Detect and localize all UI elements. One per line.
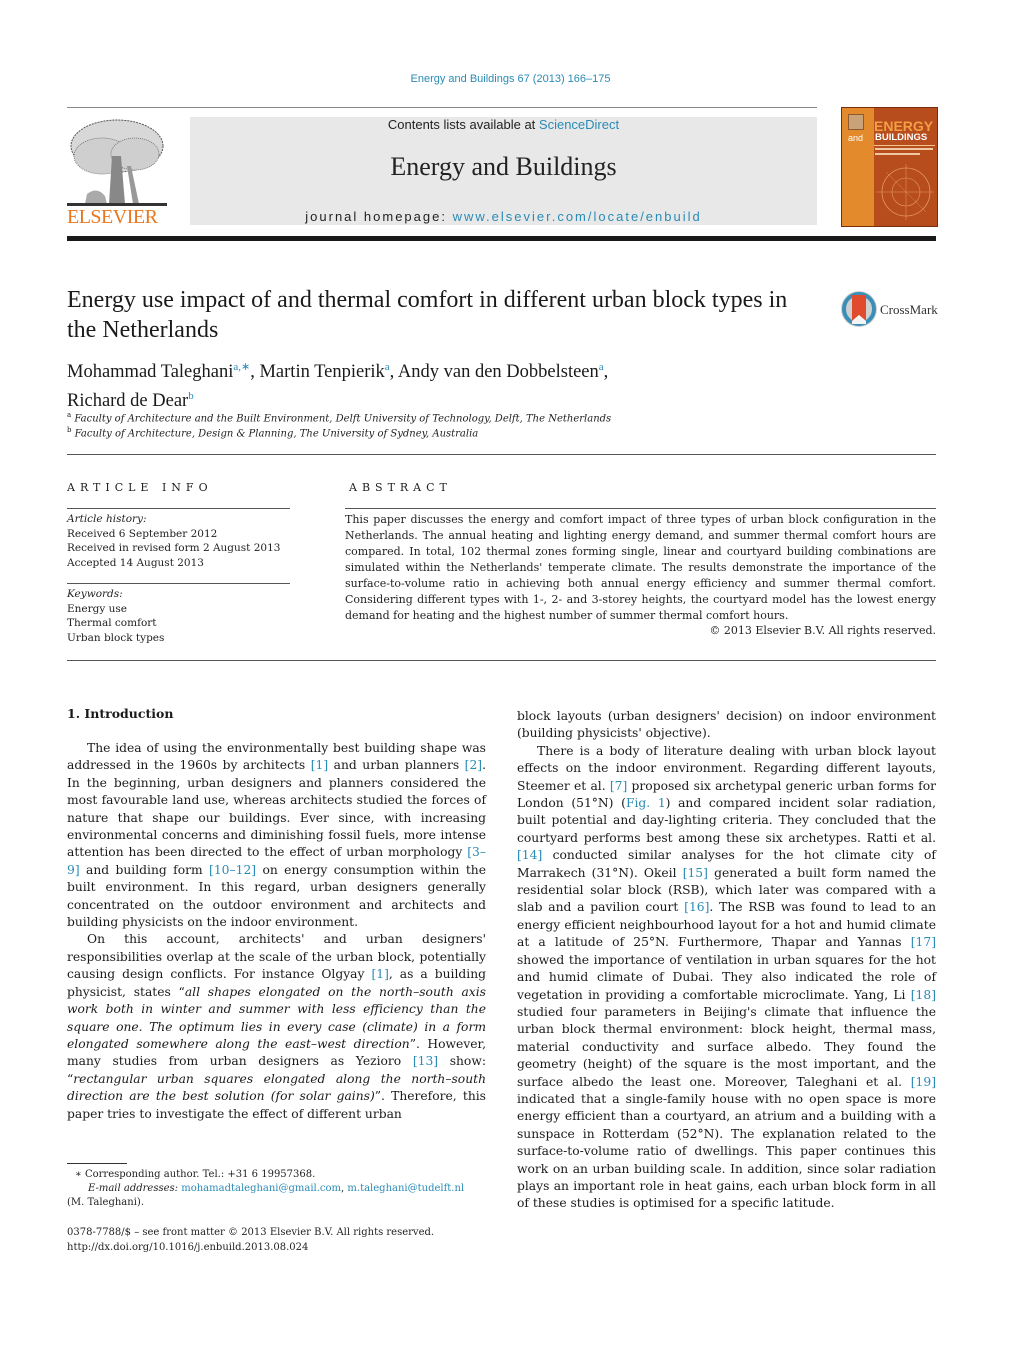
cover-rule: [874, 145, 935, 146]
body-column-left: The idea of using the environmentally be…: [67, 740, 486, 1123]
text-run: and urban planners: [328, 758, 465, 773]
keyword-item: Urban block types: [67, 631, 165, 644]
affiliation-a: a Faculty of Architecture and the Built …: [67, 411, 611, 424]
reference-link[interactable]: [1]: [371, 967, 388, 981]
homepage-line: journal homepage: www.elsevier.com/locat…: [190, 209, 817, 224]
author-name[interactable]: Martin Tenpierik: [259, 362, 384, 382]
affiliation-mark: b: [67, 426, 72, 434]
text-run: showed the importance of ventilation in …: [517, 952, 936, 1002]
journal-name: Energy and Buildings: [390, 152, 617, 181]
keyword-item: Thermal comfort: [67, 617, 157, 629]
paragraph: On this account, architects' and urban d…: [67, 931, 486, 1122]
reference-link[interactable]: [7]: [610, 779, 627, 793]
author-name[interactable]: Richard de Dear: [67, 391, 188, 411]
reference-link[interactable]: [13]: [413, 1054, 438, 1068]
author-affiliation-mark[interactable]: a,∗: [233, 361, 250, 373]
footnote-rule: [67, 1163, 127, 1164]
doi-link[interactable]: http://dx.doi.org/10.1016/j.enbuild.2013…: [67, 1241, 497, 1255]
article-history: Article history: Received 6 September 20…: [67, 512, 290, 570]
section-rule: [67, 454, 936, 455]
abstract-text: This paper discusses the energy and comf…: [345, 513, 936, 622]
history-label: Article history:: [67, 513, 147, 525]
reference-link[interactable]: [1]: [311, 758, 328, 772]
email-owner: (M. Taleghani).: [67, 1197, 144, 1208]
contents-prefix: Contents lists available at: [387, 117, 539, 132]
elsevier-logo[interactable]: ELSEVIER: [67, 116, 167, 228]
top-rule: [67, 107, 817, 108]
reference-link[interactable]: [17]: [911, 935, 936, 949]
author-affiliation-mark[interactable]: a: [599, 361, 604, 373]
keywords-block: Keywords: Energy use Thermal comfort Urb…: [67, 587, 290, 645]
section-title-introduction: 1. Introduction: [67, 706, 174, 721]
crossmark-label: CrossMark: [880, 302, 938, 317]
journal-cover-image[interactable]: ENERGY and BUILDINGS: [841, 107, 938, 227]
author-name[interactable]: Mohammad Taleghani: [67, 362, 233, 382]
section-rule: [67, 660, 936, 661]
reference-link[interactable]: [2]: [465, 758, 482, 772]
header-thick-rule: [67, 236, 936, 241]
contents-line: Contents lists available at ScienceDirec…: [190, 117, 817, 132]
author-list: Mohammad Taleghania,∗, Martin Tenpierika…: [67, 361, 609, 412]
homepage-prefix: journal homepage:: [305, 209, 453, 224]
email-link[interactable]: m.taleghani@tudelft.nl: [347, 1183, 464, 1194]
reference-link[interactable]: [19]: [911, 1075, 936, 1089]
abstract-rule: [345, 508, 936, 509]
reference-link[interactable]: [16]: [684, 900, 709, 914]
sciencedirect-link[interactable]: ScienceDirect: [539, 117, 619, 132]
article-title: Energy use impact of and thermal comfort…: [67, 287, 788, 343]
affiliation-text: Faculty of Architecture and the Built En…: [74, 413, 612, 425]
elsevier-wordmark: ELSEVIER: [67, 206, 158, 228]
homepage-link[interactable]: www.elsevier.com/locate/enbuild: [453, 209, 702, 224]
cover-title-and: and: [848, 133, 864, 143]
reference-link[interactable]: [10–12]: [209, 863, 256, 877]
paragraph: block layouts (urban designers' decision…: [517, 709, 936, 741]
author-name[interactable]: Andy van den Dobbelsteen: [398, 362, 599, 382]
affiliation-mark: a: [67, 411, 72, 419]
affiliation-text: Faculty of Architecture, Design & Planni…: [74, 428, 479, 440]
email-link[interactable]: mohamadtaleghani@gmail.com: [181, 1183, 341, 1194]
cover-emblem: [848, 114, 864, 130]
affiliation-b: b Faculty of Architecture, Design & Plan…: [67, 426, 478, 439]
history-revised: Received in revised form 2 August 2013: [67, 542, 281, 554]
text-run: studied four parameters in Beijing's cli…: [517, 1004, 936, 1089]
email-label: E-mail addresses:: [88, 1183, 179, 1194]
reference-link[interactable]: [18]: [911, 988, 936, 1002]
history-accepted: Accepted 14 August 2013: [67, 556, 204, 569]
issn-line: 0378-7788/$ – see front matter © 2013 El…: [67, 1227, 435, 1238]
reference-link[interactable]: [15]: [683, 866, 708, 880]
article-info-heading: ARTICLE INFO: [67, 481, 213, 494]
email-line: E-mail addresses: mohamadtaleghani@gmail…: [88, 1183, 465, 1194]
keyword-item: Energy use: [67, 602, 128, 615]
journal-citation-link[interactable]: Energy and Buildings 67 (2013) 166–175: [0, 73, 1021, 85]
keywords-rule: [67, 583, 290, 584]
history-received: Received 6 September 2012: [67, 527, 218, 540]
text-run: indicated that a single-family house wit…: [517, 1091, 936, 1211]
author-affiliation-mark[interactable]: b: [188, 390, 194, 402]
cover-title-buildings: BUILDINGS: [875, 132, 928, 143]
cover-subtitle-line: [875, 153, 920, 155]
crossmark-button[interactable]: CrossMark: [840, 289, 940, 329]
text-run: . In the beginning, urban designers and …: [67, 758, 486, 860]
keywords-label: Keywords:: [67, 588, 123, 600]
body-column-right: block layouts (urban designers' decision…: [517, 708, 936, 1213]
paragraph: The idea of using the environmentally be…: [67, 740, 486, 931]
crossmark-icon: [841, 291, 877, 327]
abstract-copyright: © 2013 Elsevier B.V. All rights reserved…: [709, 624, 936, 637]
article-info-rule: [67, 508, 290, 509]
cover-diagram-icon: [876, 164, 934, 220]
cover-subtitle-line: [875, 148, 933, 150]
abstract-heading: ABSTRACT: [349, 481, 452, 494]
reference-link[interactable]: [14]: [517, 848, 542, 862]
figure-link[interactable]: Fig. 1: [626, 796, 666, 810]
text-run: and building form: [79, 862, 210, 877]
paragraph: There is a body of literature dealing wi…: [517, 743, 936, 1213]
corresponding-author-note: ∗ Corresponding author. Tel.: +31 6 1995…: [75, 1169, 316, 1180]
author-affiliation-mark[interactable]: a: [385, 361, 390, 373]
